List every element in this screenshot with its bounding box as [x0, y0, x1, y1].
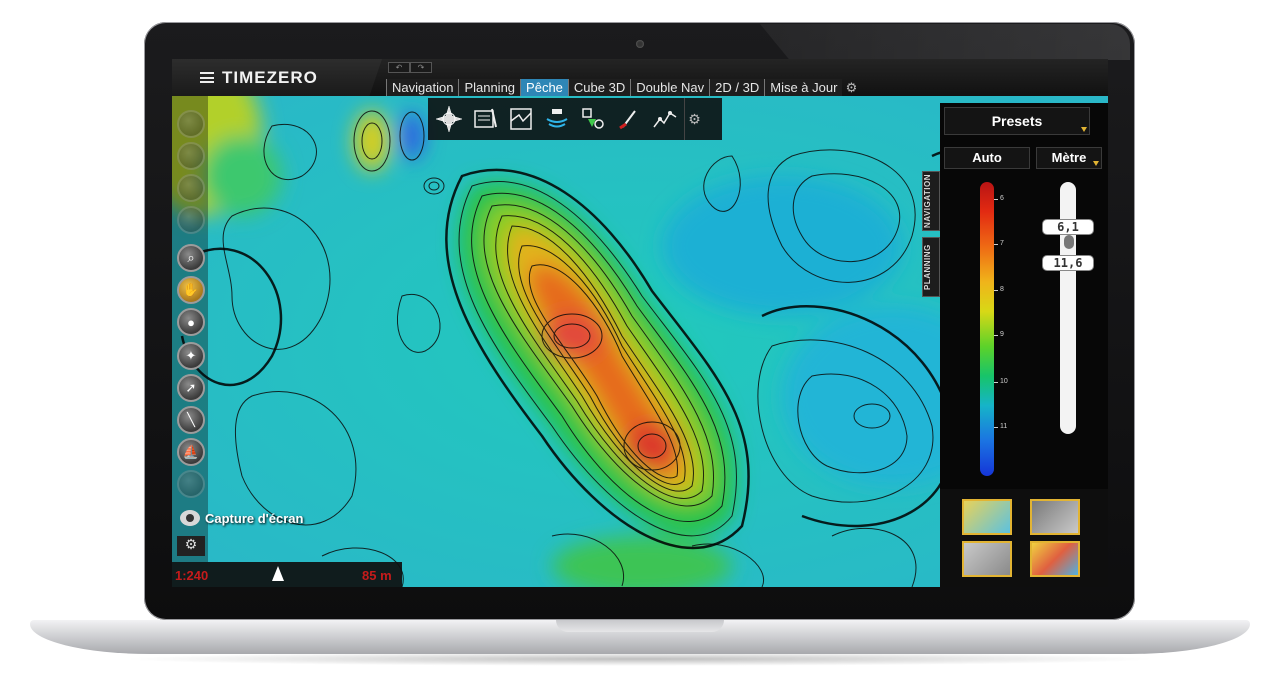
undo-redo-group: ↶ ↷	[388, 62, 432, 73]
laptop-shadow	[120, 652, 1160, 666]
top-bar: TIMEZERO ↶ ↷ Navigation Planning Pêche C…	[172, 59, 1108, 96]
depth-tick: 10	[994, 378, 1008, 385]
north-arrow-icon	[272, 566, 284, 581]
screen-glare	[760, 24, 1130, 60]
laptop-notch	[556, 620, 724, 632]
tab-peche[interactable]: Pêche	[520, 79, 568, 96]
tab-planning[interactable]: Planning	[458, 79, 521, 96]
brightness-icon[interactable]	[177, 206, 205, 234]
hamburger-menu-icon[interactable]	[200, 72, 214, 83]
range-max-label: 11,6	[1042, 255, 1094, 271]
workspace-tabs: Navigation Planning Pêche Cube 3D Double…	[386, 79, 860, 96]
slider-handle[interactable]	[1064, 235, 1074, 249]
tabs-settings-icon[interactable]: ⚙	[842, 79, 860, 96]
app-screen: TIMEZERO ↶ ↷ Navigation Planning Pêche C…	[172, 59, 1108, 587]
tab-2d-3d[interactable]: 2D / 3D	[709, 79, 765, 96]
waypoint-icon[interactable]: ✦	[177, 342, 205, 370]
screenshot-button[interactable]: Capture d'écran	[180, 510, 303, 526]
zoom-icon[interactable]: ⌕	[177, 244, 205, 272]
tab-navigation[interactable]: Navigation	[386, 79, 459, 96]
brightness-icon[interactable]	[177, 470, 205, 498]
side-tab-planning[interactable]: PLANNING	[922, 237, 940, 297]
camera-icon	[180, 510, 200, 526]
boat-icon[interactable]: ⛵	[177, 438, 205, 466]
pen-icon[interactable]	[612, 102, 646, 136]
presets-label: Presets	[991, 113, 1043, 129]
depth-tick: 7	[994, 240, 1004, 247]
left-toolbar: ⌕ ✋ ● ✦ ➚ ╲ ⛵	[172, 96, 208, 562]
depth-tick: 9	[994, 331, 1004, 338]
undo-icon[interactable]: ↶	[388, 62, 410, 73]
brightness-icon[interactable]	[177, 110, 205, 138]
tab-cube-3d[interactable]: Cube 3D	[567, 79, 631, 96]
logbook-icon[interactable]	[468, 102, 502, 136]
depth-tick: 11	[993, 423, 1008, 430]
route-icon[interactable]: ➚	[177, 374, 205, 402]
redo-icon[interactable]: ↷	[410, 62, 432, 73]
tab-mise-a-jour[interactable]: Mise à Jour	[764, 79, 843, 96]
center-icon[interactable]: ●	[177, 308, 205, 336]
toolbar-settings-icon[interactable]: ⚙	[684, 98, 704, 140]
laptop-mockup: TIMEZERO ↶ ↷ Navigation Planning Pêche C…	[0, 0, 1280, 690]
status-bar: 1:240 85 m	[172, 562, 402, 587]
unit-dropdown[interactable]: Mètre	[1036, 147, 1102, 169]
depth-color-scale	[980, 182, 994, 476]
auto-button[interactable]: Auto	[944, 147, 1030, 169]
pan-hand-icon[interactable]: ✋	[177, 276, 205, 304]
unit-label: Mètre	[1051, 150, 1087, 165]
chart-overlay-icon[interactable]	[504, 102, 538, 136]
ruler-icon[interactable]: ╲	[177, 406, 205, 434]
target-icon[interactable]	[576, 102, 610, 136]
scale-readout: 1:240	[175, 568, 209, 583]
layer-thumbnail[interactable]	[1030, 541, 1080, 577]
brightness-icon[interactable]	[177, 142, 205, 170]
side-tab-navigation[interactable]: NAVIGATION	[922, 171, 940, 231]
sounder-icon[interactable]	[540, 102, 574, 136]
webcam-icon	[636, 40, 644, 48]
distance-readout: 85 m	[362, 568, 392, 583]
contour-icon[interactable]	[648, 102, 682, 136]
capture-label: Capture d'écran	[205, 510, 304, 526]
tab-double-nav[interactable]: Double Nav	[630, 79, 710, 96]
brand-name: TIMEZERO	[222, 67, 318, 87]
dropdown-arrow-icon	[1093, 161, 1099, 166]
range-min-label: 6,1	[1042, 219, 1094, 235]
fishing-toolbar: ⚙	[428, 98, 722, 140]
brightness-icon[interactable]	[177, 174, 205, 202]
left-settings-icon[interactable]: ⚙	[177, 536, 205, 556]
depth-shading-panel: Presets Auto Mètre 6 7 8 9 10 11 6,1 11,…	[940, 103, 1108, 587]
layer-thumbnail[interactable]	[962, 499, 1012, 535]
depth-tick: 8	[994, 286, 1004, 293]
dropdown-arrow-icon	[1081, 127, 1087, 132]
brand-menu[interactable]: TIMEZERO	[172, 59, 382, 96]
presets-dropdown[interactable]: Presets	[944, 107, 1090, 135]
compass-rose-icon[interactable]	[432, 102, 466, 136]
layer-thumbnail[interactable]	[962, 541, 1012, 577]
depth-tick: 6	[994, 195, 1004, 202]
layer-thumbnail[interactable]	[1030, 499, 1080, 535]
layer-thumbnails	[940, 489, 1108, 587]
